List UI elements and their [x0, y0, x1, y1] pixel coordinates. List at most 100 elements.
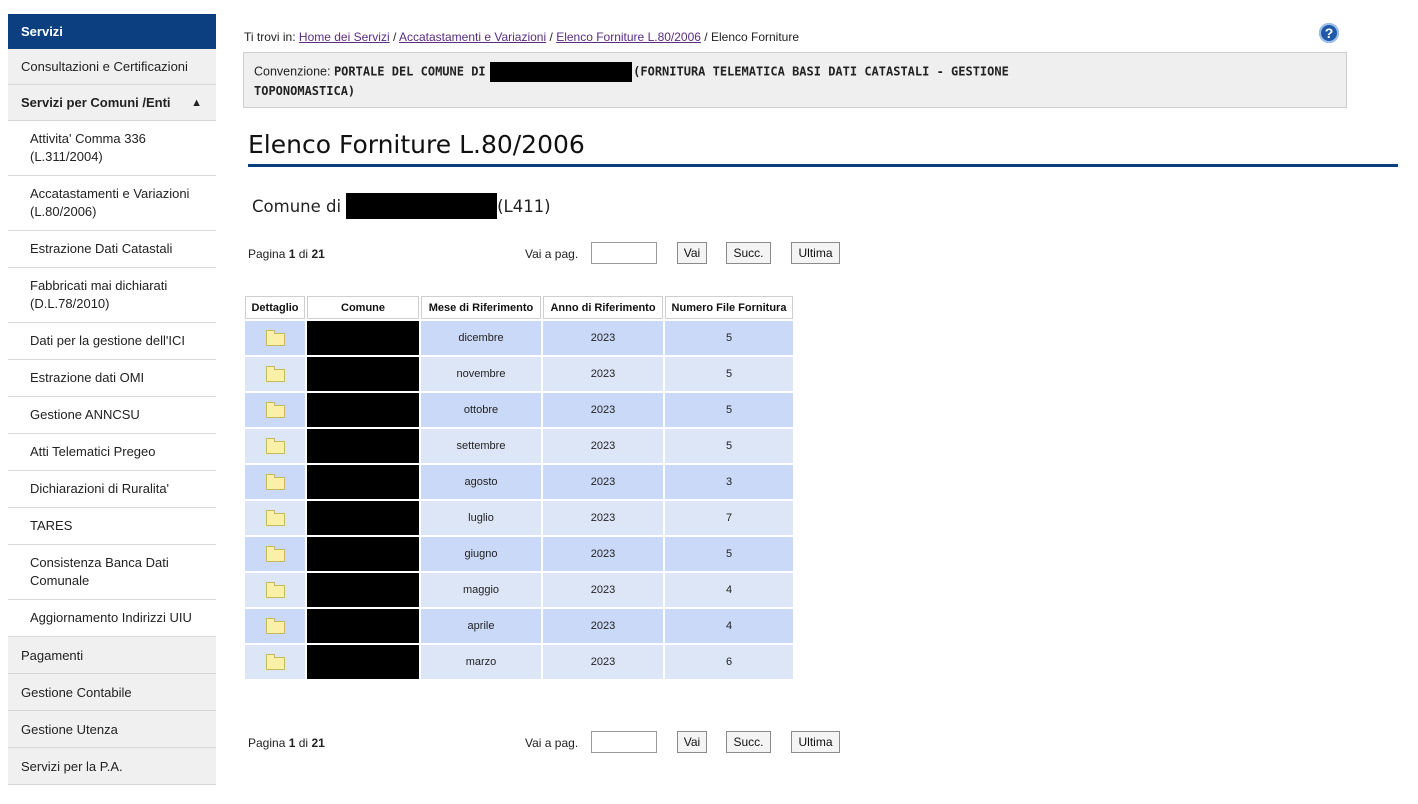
sidebar-subitem-indirizzi-uiu[interactable]: Aggiornamento Indirizzi UIU [8, 600, 216, 637]
next-button[interactable]: Succ. [726, 731, 771, 753]
sidebar-item-servizi-pa[interactable]: Servizi per la P.A. [8, 748, 216, 785]
anno-cell: 2023 [543, 357, 663, 391]
sidebar-item-gestione-contabile[interactable]: Gestione Contabile [8, 674, 216, 711]
anno-cell: 2023 [543, 573, 663, 607]
numero-cell: 6 [665, 645, 793, 679]
sidebar: Servizi Consultazioni e Certificazioni S… [8, 14, 216, 785]
sidebar-subitem-consistenza[interactable]: Consistenza Banca Dati Comunale [8, 545, 216, 600]
sidebar-subitem-label: Estrazione dati OMI [30, 370, 145, 385]
comune-heading: Comune di (L411) [252, 193, 551, 219]
convention-value-end: (FORNITURA TELEMATICA BASI DATI CATASTAL… [633, 64, 1009, 79]
mese-cell: settembre [421, 429, 541, 463]
detail-cell[interactable] [245, 429, 305, 463]
folder-icon[interactable] [265, 618, 285, 634]
sidebar-subitem-ici[interactable]: Dati per la gestione dell'ICI [8, 323, 216, 360]
folder-icon[interactable] [265, 330, 285, 346]
sidebar-subitem-label: Consistenza Banca Dati Comunale [30, 555, 169, 588]
page-title: Elenco Forniture L.80/2006 [248, 130, 585, 159]
numero-cell: 4 [665, 609, 793, 643]
sidebar-subitem-ruralita[interactable]: Dichiarazioni di Ruralita' [8, 471, 216, 508]
sidebar-item-gestione-utenza[interactable]: Gestione Utenza [8, 711, 216, 748]
pager-bottom: Pagina 1 di 21 Vai a pag. Vai Succ. Ulti… [248, 731, 848, 755]
sidebar-subitem-accatastamenti[interactable]: Accatastamenti e Variazioni (L.80/2006) [8, 176, 216, 231]
breadcrumb-separator: / [704, 30, 708, 44]
detail-cell[interactable] [245, 465, 305, 499]
breadcrumb-link-elenco[interactable]: Elenco Forniture L.80/2006 [556, 30, 701, 44]
page-current: 1 [288, 736, 296, 750]
sidebar-subitem-omi[interactable]: Estrazione dati OMI [8, 360, 216, 397]
column-header-dettaglio: Dettaglio [245, 296, 305, 319]
sidebar-subitem-fabbricati[interactable]: Fabbricati mai dichiarati (D.L.78/2010) [8, 268, 216, 323]
next-button[interactable]: Succ. [726, 242, 771, 264]
folder-icon[interactable] [265, 582, 285, 598]
sidebar-item-pagamenti[interactable]: Pagamenti [8, 637, 216, 674]
sidebar-subitem-pregeo[interactable]: Atti Telematici Pregeo [8, 434, 216, 471]
detail-cell[interactable] [245, 393, 305, 427]
table-row: dicembre 2023 5 [245, 321, 793, 355]
redacted-comune-cell [307, 501, 419, 535]
last-button[interactable]: Ultima [791, 242, 840, 264]
detail-cell[interactable] [245, 501, 305, 535]
redacted-comune-cell [307, 393, 419, 427]
detail-cell[interactable] [245, 609, 305, 643]
folder-icon[interactable] [265, 510, 285, 526]
goto-label: Vai a pag. [525, 736, 579, 750]
numero-cell: 5 [665, 537, 793, 571]
folder-icon[interactable] [265, 654, 285, 670]
page-current: 1 [288, 247, 296, 261]
sidebar-subitem-label: Aggiornamento Indirizzi UIU [30, 610, 192, 625]
sidebar-subitem-anncsu[interactable]: Gestione ANNCSU [8, 397, 216, 434]
last-button[interactable]: Ultima [791, 731, 840, 753]
go-button[interactable]: Vai [677, 731, 707, 753]
sidebar-item-label: Servizi per Comuni /Enti [21, 95, 171, 110]
folder-icon[interactable] [265, 438, 285, 454]
goto-label: Vai a pag. [525, 247, 579, 261]
anno-cell: 2023 [543, 609, 663, 643]
folder-icon[interactable] [265, 402, 285, 418]
detail-cell[interactable] [245, 321, 305, 355]
go-button[interactable]: Vai [677, 242, 707, 264]
numero-cell: 5 [665, 321, 793, 355]
convention-label: Convenzione: [254, 64, 331, 79]
goto-page-input[interactable] [591, 731, 657, 753]
breadcrumb-link-home[interactable]: Home dei Servizi [299, 30, 390, 44]
sidebar-header[interactable]: Servizi [8, 14, 216, 49]
folder-icon[interactable] [265, 474, 285, 490]
folder-icon[interactable] [265, 366, 285, 382]
column-header-anno: Anno di Riferimento [543, 296, 663, 319]
mese-cell: novembre [421, 357, 541, 391]
mese-cell: giugno [421, 537, 541, 571]
detail-cell[interactable] [245, 645, 305, 679]
redacted-comune-cell [307, 573, 419, 607]
redacted-comune-cell [307, 357, 419, 391]
redacted-comune-cell [307, 537, 419, 571]
numero-cell: 5 [665, 357, 793, 391]
sidebar-item-consultazioni[interactable]: Consultazioni e Certificazioni [8, 49, 216, 85]
detail-cell[interactable] [245, 357, 305, 391]
comune-prefix: Comune di [252, 196, 342, 216]
breadcrumb-separator: / [392, 30, 397, 44]
help-icon[interactable]: ? [1319, 23, 1339, 43]
sidebar-subitem-estrazione-dati[interactable]: Estrazione Dati Catastali [8, 231, 216, 268]
sidebar-subitem-tares[interactable]: TARES [8, 508, 216, 545]
breadcrumb-link-accatastamenti[interactable]: Accatastamenti e Variazioni [399, 30, 546, 44]
numero-cell: 7 [665, 501, 793, 535]
sidebar-item-label: Consultazioni e Certificazioni [21, 59, 188, 74]
forniture-table: Dettaglio Comune Mese di Riferimento Ann… [243, 294, 795, 681]
sidebar-item-servizi-comuni[interactable]: Servizi per Comuni /Enti ▲ [8, 85, 216, 121]
page-of-label: di [298, 736, 309, 750]
table-row: novembre 2023 5 [245, 357, 793, 391]
column-header-mese: Mese di Riferimento [421, 296, 541, 319]
breadcrumb: Ti trovi in: Home dei Servizi / Accatast… [244, 30, 799, 44]
convention-value-line2: TOPONOMASTICA) [254, 84, 356, 98]
folder-icon[interactable] [265, 546, 285, 562]
page-of-label: di [298, 247, 309, 261]
anno-cell: 2023 [543, 537, 663, 571]
redacted-comune-cell [307, 609, 419, 643]
sidebar-subitem-comma-336[interactable]: Attivita' Comma 336 (L.311/2004) [8, 121, 216, 176]
chevron-up-icon: ▲ [191, 96, 202, 109]
sidebar-subitem-label: Fabbricati mai dichiarati (D.L.78/2010) [30, 278, 168, 311]
detail-cell[interactable] [245, 537, 305, 571]
detail-cell[interactable] [245, 573, 305, 607]
goto-page-input[interactable] [591, 242, 657, 264]
